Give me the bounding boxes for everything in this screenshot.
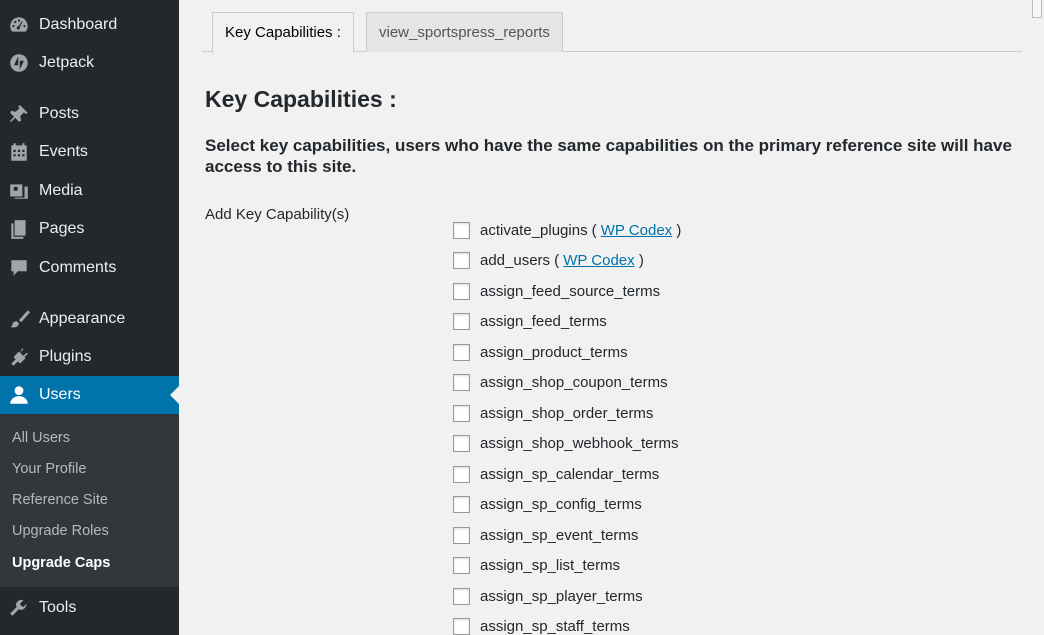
capability-label: assign_sp_calendar_terms	[480, 465, 660, 483]
paintbrush-icon	[8, 308, 30, 330]
capability-label: assign_sp_staff_terms	[480, 617, 630, 635]
sidebar-item-label: Events	[39, 143, 88, 160]
sidebar-item-label: Tools	[39, 599, 77, 616]
list-item: assign_sp_config_terms	[453, 492, 642, 516]
codex-link-wrapper: ( WP Codex )	[591, 221, 682, 239]
pushpin-icon	[8, 103, 30, 125]
sidebar-item-label: Pages	[39, 220, 85, 237]
capability-checkbox[interactable]	[453, 343, 470, 361]
capability-label: assign_product_terms	[480, 343, 628, 361]
capability-checkbox[interactable]	[453, 526, 470, 544]
capability-label: assign_sp_event_terms	[480, 526, 639, 544]
admin-sidebar: Dashboard Jetpack Posts Events Media Pag…	[0, 0, 179, 635]
capability-checkbox[interactable]	[453, 404, 470, 422]
submenu-item-all-users[interactable]: All Users	[12, 428, 70, 448]
list-item: assign_feed_terms	[453, 309, 607, 333]
capability-checkbox[interactable]	[453, 587, 470, 605]
capability-label: activate_plugins	[480, 221, 588, 239]
main-content: Key Capabilities : view_sportspress_repo…	[179, 0, 1044, 635]
sidebar-item-plugins[interactable]: Plugins	[0, 338, 179, 376]
submenu-item-upgrade-caps[interactable]: Upgrade Caps	[12, 553, 110, 573]
tab-key-capabilities[interactable]: Key Capabilities :	[212, 12, 354, 53]
wrench-icon	[8, 597, 30, 619]
capability-label: assign_feed_source_terms	[480, 282, 661, 300]
list-item: assign_feed_source_terms	[453, 279, 660, 303]
sidebar-item-pages[interactable]: Pages	[0, 210, 179, 248]
submenu-item-reference-site[interactable]: Reference Site	[12, 490, 108, 510]
sidebar-item-label: Media	[39, 182, 83, 199]
list-item: assign_sp_calendar_terms	[453, 462, 659, 486]
media-icon	[8, 180, 30, 202]
dashboard-icon	[8, 14, 30, 36]
capability-label: assign_sp_list_terms	[480, 556, 621, 574]
page-title: Key Capabilities :	[205, 86, 397, 112]
sidebar-item-dashboard[interactable]: Dashboard	[0, 6, 179, 44]
capability-checkbox[interactable]	[453, 373, 470, 391]
sidebar-item-label: Jetpack	[39, 54, 95, 71]
list-item: assign_sp_event_terms	[453, 523, 638, 547]
intro-text: Select key capabilities, users who have …	[205, 136, 1012, 176]
sidebar-item-users[interactable]: Users	[0, 376, 179, 414]
sidebar-item-appearance[interactable]: Appearance	[0, 300, 179, 338]
corner-handle	[1032, 0, 1042, 18]
submenu-item-upgrade-roles[interactable]: Upgrade Roles	[12, 521, 109, 541]
sidebar-item-label: Posts	[39, 105, 80, 122]
sidebar-item-jetpack[interactable]: Jetpack	[0, 44, 179, 82]
calendar-icon	[8, 141, 30, 163]
list-item: assign_shop_webhook_terms	[453, 431, 678, 455]
users-submenu: All Users Your Profile Reference Site Up…	[0, 414, 179, 587]
comment-icon	[8, 257, 30, 279]
list-item: assign_shop_order_terms	[453, 401, 653, 425]
wp-codex-link[interactable]: WP Codex	[601, 222, 672, 239]
tab-view-sportspress-reports[interactable]: view_sportspress_reports	[366, 12, 563, 52]
capability-label: assign_shop_webhook_terms	[480, 434, 679, 452]
sidebar-item-label: Users	[39, 386, 81, 403]
capability-checkbox[interactable]	[453, 434, 470, 452]
capability-checkbox[interactable]	[453, 556, 470, 574]
field-label: Add Key Capability(s)	[205, 206, 350, 223]
list-item: assign_sp_player_terms	[453, 584, 643, 608]
capability-label: assign_shop_coupon_terms	[480, 373, 668, 391]
list-item: assign_product_terms	[453, 340, 628, 364]
list-item: assign_shop_coupon_terms	[453, 370, 668, 394]
sidebar-item-posts[interactable]: Posts	[0, 95, 179, 133]
sidebar-item-label: Dashboard	[39, 16, 118, 33]
capability-label: assign_shop_order_terms	[480, 404, 654, 422]
list-item: assign_sp_list_terms	[453, 553, 620, 577]
capability-label: assign_feed_terms	[480, 312, 607, 330]
capability-checkbox[interactable]	[453, 617, 470, 635]
submenu-item-your-profile[interactable]: Your Profile	[12, 459, 86, 479]
capability-checkbox[interactable]	[453, 251, 470, 269]
pages-icon	[8, 218, 30, 240]
list-item: assign_sp_staff_terms	[453, 614, 630, 635]
capability-checkbox[interactable]	[453, 282, 470, 300]
list-item: add_users ( WP Codex )	[453, 248, 644, 272]
capability-checkbox[interactable]	[453, 312, 470, 330]
sidebar-item-label: Appearance	[39, 310, 126, 327]
capability-checkbox[interactable]	[453, 221, 470, 239]
sidebar-item-comments[interactable]: Comments	[0, 249, 179, 287]
plug-icon	[8, 346, 30, 368]
list-item: activate_plugins ( WP Codex )	[453, 218, 681, 242]
user-icon	[8, 384, 30, 406]
capability-checkbox[interactable]	[453, 465, 470, 483]
jetpack-icon	[8, 52, 30, 74]
wp-codex-link[interactable]: WP Codex	[563, 252, 634, 269]
capability-label: assign_sp_config_terms	[480, 495, 642, 513]
capability-label: add_users	[480, 251, 551, 269]
capability-checkbox[interactable]	[453, 495, 470, 513]
capability-label: assign_sp_player_terms	[480, 587, 643, 605]
sidebar-item-events[interactable]: Events	[0, 133, 179, 171]
codex-link-wrapper: ( WP Codex )	[554, 251, 644, 269]
sidebar-item-label: Comments	[39, 259, 117, 276]
sidebar-item-tools[interactable]: Tools	[0, 589, 179, 627]
sidebar-item-media[interactable]: Media	[0, 172, 179, 210]
sidebar-item-label: Plugins	[39, 348, 92, 365]
